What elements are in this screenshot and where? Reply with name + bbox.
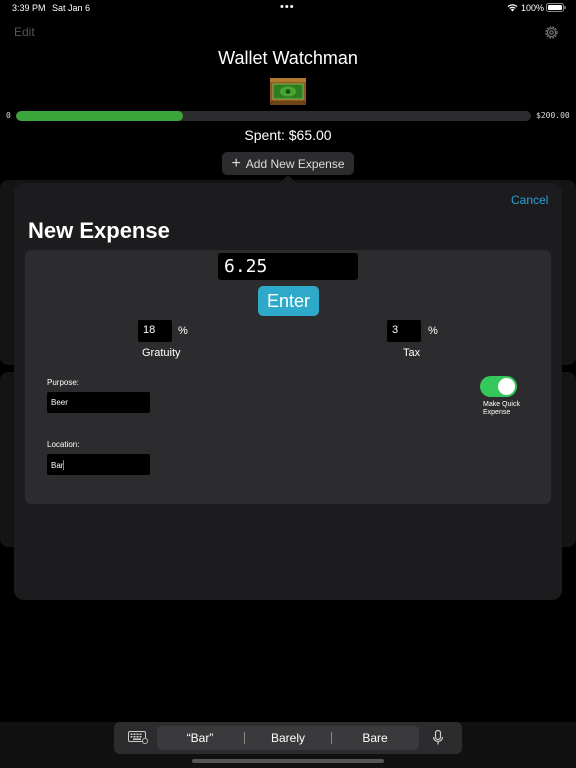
multitasking-dots[interactable]: ••• xyxy=(280,1,295,13)
gratuity-caption: Gratuity xyxy=(142,347,181,359)
battery-icon xyxy=(546,3,566,12)
quick-expense-toggle[interactable] xyxy=(480,376,517,397)
budget-progress-bar xyxy=(16,111,531,121)
tax-percent-sign: % xyxy=(428,325,438,337)
purpose-field[interactable]: Beer xyxy=(47,392,150,413)
purpose-label: Purpose: xyxy=(47,378,80,387)
gratuity-input[interactable]: 18 xyxy=(138,320,172,342)
suggestion-strip: “Bar” Barely Bare xyxy=(114,722,462,754)
amount-input[interactable]: 6.25 xyxy=(218,253,358,280)
add-expense-label: Add New Expense xyxy=(245,156,345,171)
budget-min-label: 0 xyxy=(6,111,11,120)
edit-button[interactable]: Edit xyxy=(14,25,35,39)
suggestion-item[interactable]: Bare xyxy=(332,726,418,750)
location-field[interactable]: Bar xyxy=(47,454,150,475)
sheet-title: New Expense xyxy=(28,218,170,243)
text-caret xyxy=(63,460,65,470)
cancel-button[interactable]: Cancel xyxy=(511,193,548,207)
status-date: Sat Jan 6 xyxy=(52,3,91,13)
spent-total: Spent: $65.00 xyxy=(244,127,332,143)
suggestion-box: “Bar” Barely Bare xyxy=(157,726,419,750)
new-expense-sheet: Cancel New Expense 6.25 Enter 18 % Gratu… xyxy=(14,183,562,600)
app-title: Wallet Watchman xyxy=(218,48,358,68)
microphone-icon[interactable] xyxy=(432,730,444,746)
tax-input[interactable]: 3 xyxy=(387,320,421,342)
status-bar: 3:39 PM Sat Jan 6 ••• 100% xyxy=(0,0,576,16)
status-time: 3:39 PM xyxy=(12,3,46,13)
wallet-icon xyxy=(270,78,306,105)
suggestion-item[interactable]: Barely xyxy=(245,726,331,750)
enter-button[interactable]: Enter xyxy=(258,286,319,316)
budget-progress-fill xyxy=(16,111,184,121)
tax-caption: Tax xyxy=(403,347,421,359)
popover-arrow xyxy=(280,175,296,183)
home-indicator[interactable] xyxy=(192,759,384,763)
add-expense-button[interactable]: + Add New Expense xyxy=(222,152,354,175)
plus-icon: + xyxy=(231,154,241,172)
gear-icon[interactable] xyxy=(543,24,560,41)
budget-max-label: $200.00 xyxy=(536,111,570,120)
expense-form: 6.25 Enter 18 % Gratuity 3 % Tax Purpose… xyxy=(25,250,551,504)
gratuity-percent-sign: % xyxy=(178,325,188,337)
location-value: Bar xyxy=(51,461,64,470)
suggestion-item[interactable]: “Bar” xyxy=(157,726,243,750)
quick-expense-label: Make Quick Expense xyxy=(483,401,520,416)
keyboard-dismiss-icon[interactable] xyxy=(128,731,148,744)
battery-percent: 100% xyxy=(521,3,545,13)
toggle-knob xyxy=(498,378,515,395)
location-label: Location: xyxy=(47,440,80,449)
wifi-icon xyxy=(507,4,518,12)
